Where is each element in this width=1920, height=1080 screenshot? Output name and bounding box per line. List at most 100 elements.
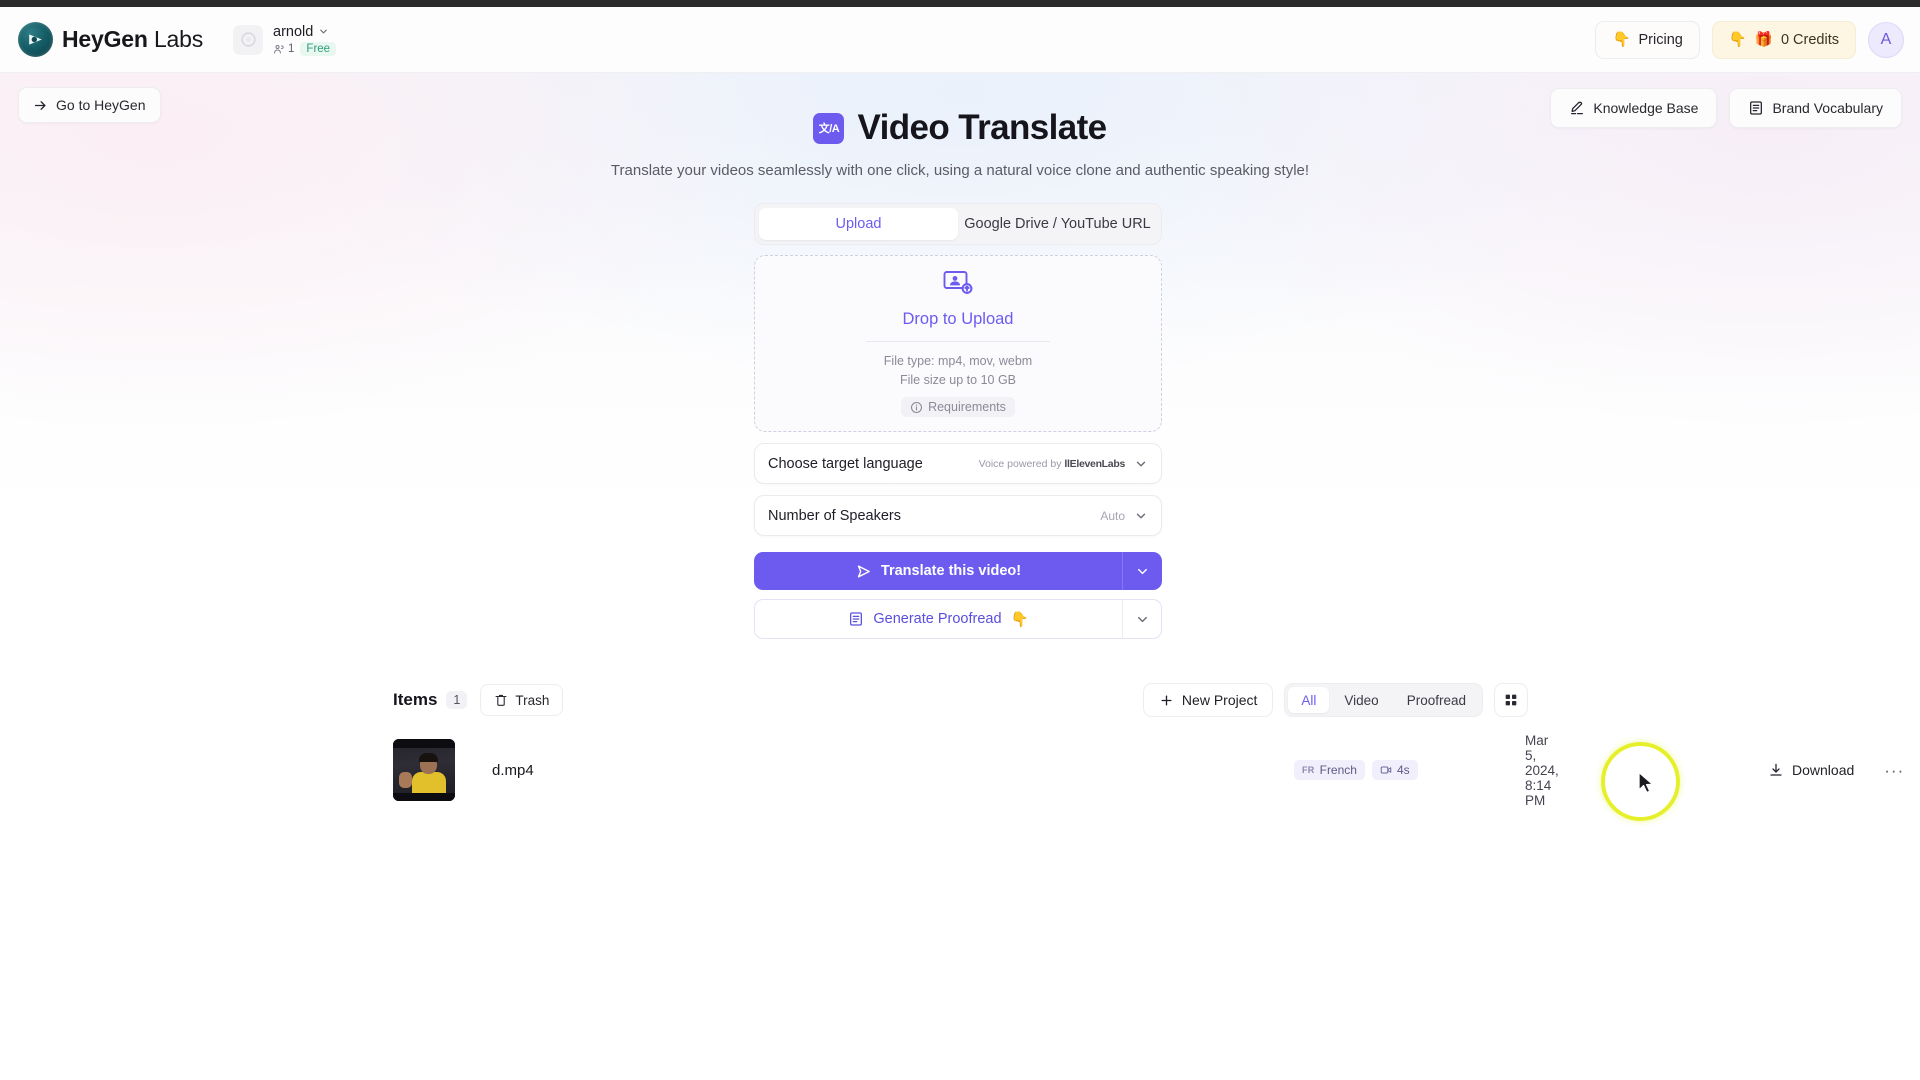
chevron-down-icon[interactable]	[1134, 457, 1148, 471]
translate-icon: 文/A	[813, 112, 845, 144]
duration-value: 4s	[1396, 763, 1410, 777]
grid-view-toggle[interactable]	[1494, 683, 1528, 717]
translate-split-button: Translate this video!	[754, 552, 1162, 590]
requirements-label: Requirements	[928, 400, 1006, 415]
chevron-down-icon[interactable]	[1134, 509, 1148, 523]
brand-text: HeyGen Labs	[62, 26, 203, 53]
row-tags: FR French 4s	[1294, 760, 1418, 780]
thumbnail-hand	[399, 772, 412, 788]
pricing-button[interactable]: 👇 Pricing	[1595, 20, 1700, 59]
number-of-speakers-label: Number of Speakers	[768, 507, 901, 524]
row-more-menu-button[interactable]: ···	[1884, 762, 1904, 779]
pricing-label: Pricing	[1638, 31, 1683, 48]
chevron-down-icon[interactable]	[318, 26, 329, 37]
heygen-play-logo	[18, 22, 53, 57]
items-toolbar: Items 1 Trash New Project All Video Proo…	[393, 683, 1528, 717]
new-project-button[interactable]: New Project	[1142, 683, 1274, 717]
generate-proofread-button[interactable]: Generate Proofread 👇	[754, 599, 1122, 639]
items-toolbar-right: New Project All Video Proofread	[1142, 683, 1528, 717]
workspace-sub: 1 Free	[273, 41, 337, 56]
download-button[interactable]: Download	[1768, 762, 1854, 778]
target-language-right: Voice powered by llElevenLabs	[979, 457, 1148, 471]
target-language-label: Choose target language	[768, 455, 923, 472]
number-of-speakers-select[interactable]: Number of Speakers Auto	[754, 495, 1162, 536]
workspace-seats: 1	[273, 43, 294, 55]
language-code: FR	[1302, 765, 1315, 775]
translate-options-caret[interactable]	[1122, 552, 1162, 590]
translate-label: Translate this video!	[880, 563, 1022, 579]
target-language-select[interactable]: Choose target language Voice powered by …	[754, 443, 1162, 484]
source-tabs: Upload Google Drive / YouTube URL	[754, 203, 1162, 245]
workspace-avatar-icon	[233, 24, 264, 55]
generate-proofread-label: Generate Proofread	[873, 611, 1002, 627]
workspace-name: arnold	[273, 23, 314, 40]
header-right-actions: 👇 Pricing 👇 🎁 0 Credits A	[1595, 20, 1904, 59]
hand-point-icon: 👇	[1010, 611, 1029, 628]
people-icon	[274, 44, 284, 53]
workspace-switcher[interactable]: arnold 1 Free	[233, 24, 337, 56]
trash-icon	[495, 694, 507, 706]
trash-button[interactable]: Trash	[480, 684, 564, 716]
brand-bold: HeyGen	[62, 26, 148, 52]
brand-light: Labs	[153, 26, 204, 52]
new-project-label: New Project	[1181, 692, 1258, 708]
page-title-row: 文/A Video Translate	[0, 108, 1920, 148]
table-row[interactable]: d.mp4 FR French 4s Mar 5, 2024, 8:14 PM …	[393, 733, 1903, 808]
hero: 文/A Video Translate Translate your video…	[0, 108, 1920, 179]
thumbnail-letterbox-bottom	[393, 793, 455, 801]
language-name: French	[1319, 763, 1357, 777]
hand-point-icon: 👇	[1728, 32, 1747, 48]
filter-proofread[interactable]: Proofread	[1394, 687, 1479, 713]
number-of-speakers-right: Auto	[1100, 509, 1148, 523]
divider	[866, 340, 1050, 342]
page-subtitle: Translate your videos seamlessly with on…	[610, 162, 1310, 179]
file-name: d.mp4	[492, 761, 534, 779]
brand[interactable]: HeyGen Labs	[18, 22, 203, 57]
tab-upload[interactable]: Upload	[759, 208, 958, 240]
file-type-hint: File type: mp4, mov, webm	[883, 353, 1033, 368]
gift-icon: 🎁	[1754, 32, 1773, 48]
translate-icon-text: 文/A	[818, 123, 840, 135]
proofread-options-caret[interactable]	[1122, 599, 1162, 639]
upload-video-icon	[943, 270, 973, 301]
items-title: Items	[393, 690, 438, 709]
credits-label: 0 Credits	[1780, 31, 1839, 48]
tab-google-drive-youtube-url[interactable]: Google Drive / YouTube URL	[958, 208, 1157, 240]
filter-all[interactable]: All	[1288, 687, 1330, 713]
translate-this-video-button[interactable]: Translate this video!	[754, 552, 1122, 590]
download-label: Download	[1792, 762, 1855, 778]
credits-button[interactable]: 👇 🎁 0 Credits	[1711, 20, 1856, 59]
page-title: Video Translate	[857, 108, 1107, 147]
user-avatar[interactable]: A	[1868, 21, 1904, 58]
video-thumbnail[interactable]	[393, 739, 455, 801]
upload-panel: Upload Google Drive / YouTube URL Drop t…	[754, 203, 1162, 639]
plus-icon	[1161, 694, 1172, 706]
duration-badge: 4s	[1371, 760, 1418, 780]
filter-video[interactable]: Video	[1331, 687, 1391, 713]
thumbnail-letterbox-top	[393, 739, 455, 748]
drop-to-upload-title: Drop to Upload	[902, 309, 1014, 328]
items-count-badge: 1	[446, 691, 468, 709]
workspace-plan-badge: Free	[300, 41, 337, 56]
avatar-initial: A	[1880, 30, 1892, 48]
document-lines-icon	[850, 612, 863, 626]
video-camera-icon	[1380, 766, 1392, 774]
workspace-seat-count: 1	[288, 42, 295, 55]
play-outline-icon	[857, 564, 870, 578]
chevron-down-icon	[1138, 568, 1147, 574]
workspace-name-row: arnold	[273, 24, 336, 40]
chevron-down-icon	[1137, 616, 1147, 622]
requirements-button[interactable]: Requirements	[901, 397, 1015, 418]
hand-point-icon: 👇	[1612, 32, 1631, 48]
items-filter-group: All Video Proofread	[1284, 683, 1483, 717]
row-actions: Download ···	[1768, 762, 1904, 779]
proofread-split-button: Generate Proofread 👇	[754, 599, 1162, 639]
number-of-speakers-value: Auto	[1100, 508, 1125, 523]
thumbnail-hair	[419, 753, 438, 762]
drop-to-upload-zone[interactable]: Drop to Upload File type: mp4, mov, webm…	[754, 255, 1162, 432]
language-badge: FR French	[1294, 760, 1365, 780]
voice-powered-hint: Voice powered by llElevenLabs	[979, 457, 1126, 470]
app-header: HeyGen Labs arnold 1 Free 👇 Pricing 👇 🎁 …	[0, 7, 1920, 73]
voice-powered-brand: llElevenLabs	[1064, 457, 1125, 470]
info-circle-icon	[911, 401, 923, 413]
